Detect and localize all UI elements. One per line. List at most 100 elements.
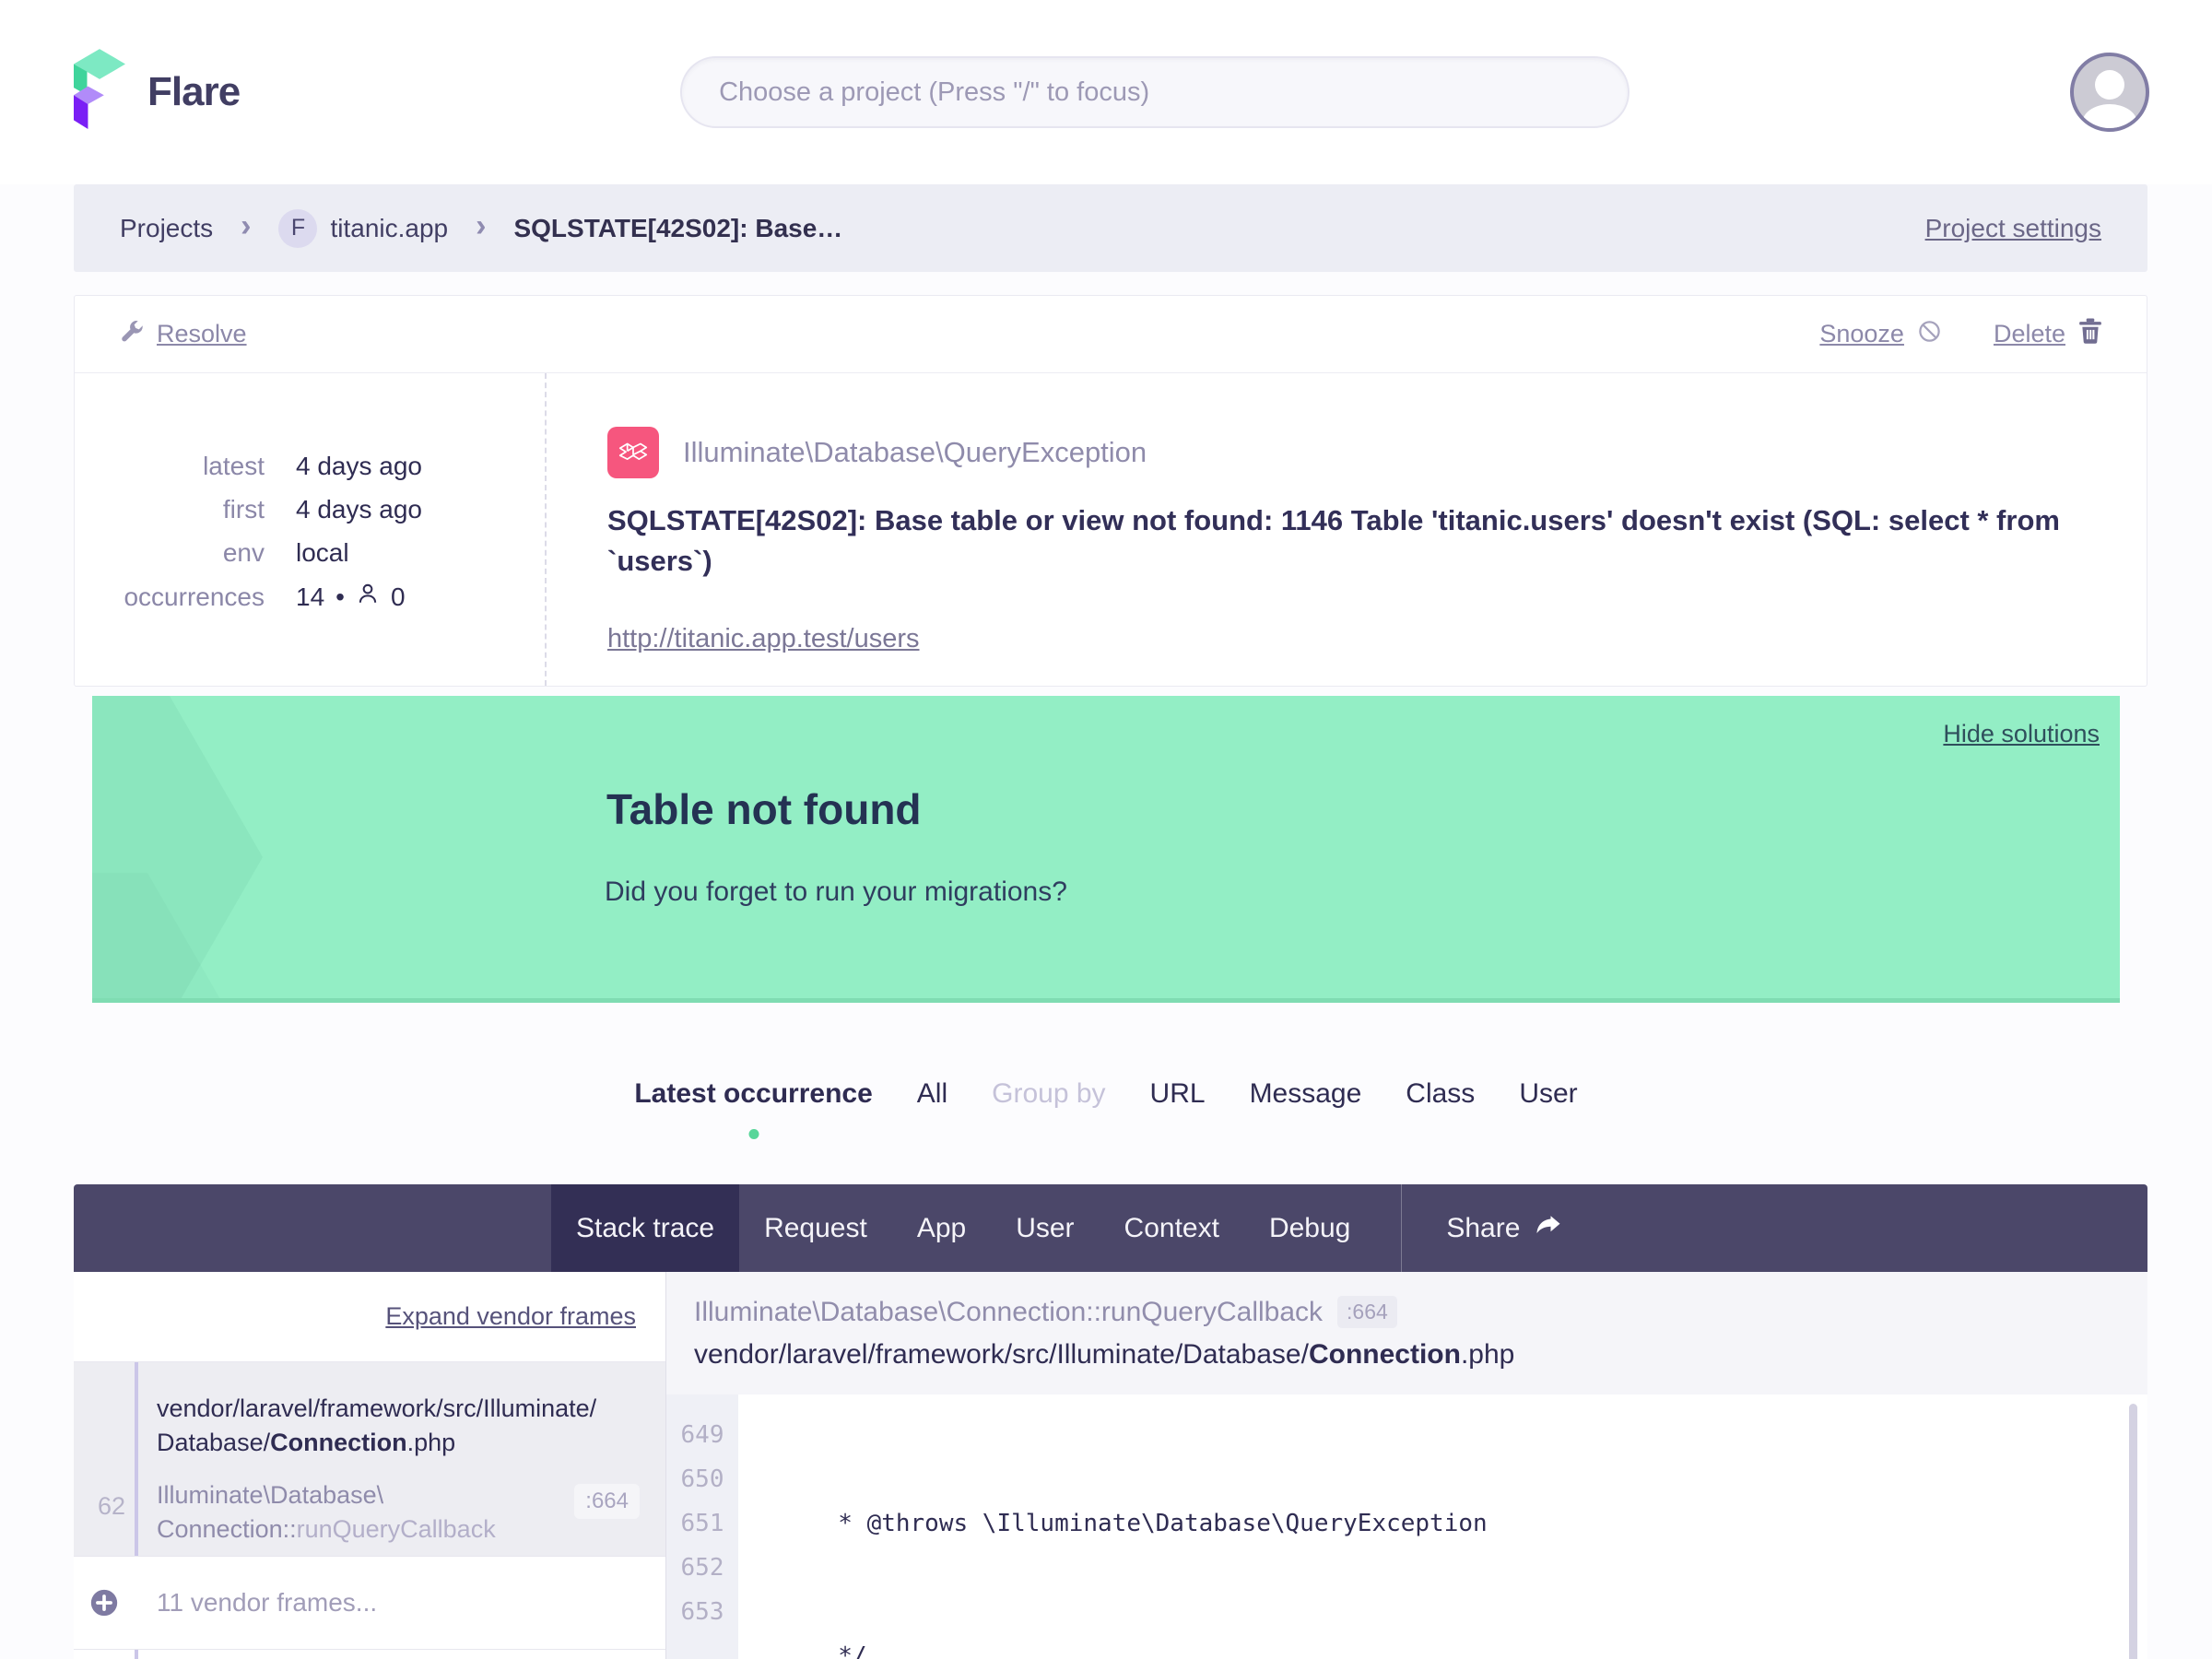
brand-name: Flare [147, 69, 241, 114]
meta-row-env: env local [75, 538, 545, 568]
code-line-badge: :664 [1337, 1296, 1397, 1328]
tab-stack-trace[interactable]: Stack trace [551, 1184, 740, 1272]
frame-accent-line [135, 1362, 138, 1556]
solution-title: Table not found [606, 785, 922, 833]
meta-label: env [222, 538, 265, 567]
error-actions-bar: Resolve Snooze Delete [75, 296, 2147, 373]
tab-url[interactable]: URL [1150, 1078, 1206, 1110]
laravel-icon [607, 427, 659, 478]
exception-message: SQLSTATE[42S02]: Base table or view not … [607, 504, 2060, 578]
line-number: 653 [680, 1598, 724, 1626]
snooze-button[interactable]: Snooze [1819, 318, 1942, 350]
code-header-method: Illuminate\Database\Connection::runQuery… [694, 1296, 1324, 1327]
wrench-icon [119, 319, 144, 350]
tab-message[interactable]: Message [1250, 1078, 1362, 1110]
expand-vendor-frames-link[interactable]: Expand vendor frames [385, 1302, 636, 1331]
delete-button[interactable]: Delete [1994, 318, 2102, 350]
share-button[interactable]: Share [1428, 1184, 1581, 1272]
occurrences-value: 14 • 0 [296, 582, 406, 612]
breadcrumb-error: SQLSTATE[42S02]: Base… [513, 213, 843, 242]
tab-debug[interactable]: Debug [1244, 1184, 1375, 1272]
breadcrumb: Projects › F titanic.app › SQLSTATE[42S0… [74, 184, 2147, 272]
chevron-right-icon: › [241, 207, 252, 243]
line-number: 651 [680, 1510, 724, 1537]
tab-detail-user[interactable]: User [991, 1184, 1099, 1272]
meta-row-occurrences: occurrences 14 • 0 [75, 582, 545, 612]
frame-method: Illuminate\Database\ Connection::runQuer… [157, 1480, 496, 1543]
tab-app[interactable]: App [892, 1184, 991, 1272]
flare-logo-icon [74, 49, 125, 135]
error-card: Resolve Snooze Delete latest 4 days ago [74, 295, 2147, 687]
trash-icon [2078, 318, 2102, 350]
ban-icon [1917, 319, 1942, 350]
code-scrollbar[interactable] [2129, 1404, 2137, 1659]
code-panel: Illuminate\Database\Connection::runQuery… [665, 1272, 2147, 1659]
solution-description: Did you forget to run your migrations? [605, 877, 1067, 907]
solution-banner: Hide solutions Table not found Did you f… [92, 696, 2120, 1003]
tab-user[interactable]: User [1519, 1078, 1577, 1110]
tab-latest-occurrence[interactable]: Latest occurrence [634, 1077, 873, 1139]
plus-circle-icon [88, 1587, 120, 1618]
code-lines: * @throws \Illuminate\Database\QueryExce… [738, 1394, 2147, 1659]
resolve-button[interactable]: Resolve [119, 319, 247, 350]
vendor-frames-toggle[interactable]: 11 vendor frames... [74, 1556, 665, 1650]
chevron-right-icon: › [476, 207, 487, 243]
meta-label: first [222, 495, 265, 524]
active-tab-dot [748, 1128, 759, 1139]
frame-item-next[interactable] [74, 1650, 665, 1659]
top-bar: Flare Choose a project (Press "/" to foc… [0, 0, 2212, 184]
brand[interactable]: Flare [74, 49, 241, 135]
meta-label: latest [203, 452, 265, 480]
breadcrumb-projects[interactable]: Projects [120, 214, 213, 243]
tab-request[interactable]: Request [739, 1184, 892, 1272]
resolve-label: Resolve [157, 320, 247, 347]
person-icon [356, 582, 380, 612]
project-search-input[interactable]: Choose a project (Press "/" to focus) [680, 56, 1630, 128]
breadcrumb-project-label: titanic.app [330, 213, 449, 242]
code-viewer: 649 650 651 652 653 * @throws \Illuminat… [666, 1394, 2147, 1659]
share-label: Share [1446, 1212, 1521, 1243]
line-number: 652 [680, 1554, 724, 1582]
hide-solutions-link[interactable]: Hide solutions [1943, 720, 2100, 748]
meta-row-latest: latest 4 days ago [75, 452, 545, 481]
affected-users-count: 0 [390, 582, 406, 611]
project-settings-link[interactable]: Project settings [1925, 214, 2101, 243]
project-badge: F [278, 208, 318, 248]
avatar-head-shape [2094, 70, 2124, 100]
frames-sidebar: Expand vendor frames 62 vendor/laravel/f… [74, 1272, 665, 1659]
frame-index: 62 [97, 1492, 125, 1520]
tab-class[interactable]: Class [1406, 1078, 1475, 1110]
snooze-label: Snooze [1819, 320, 1904, 347]
code-line: * @throws \Illuminate\Database\QueryExce… [766, 1510, 1488, 1537]
user-avatar[interactable] [2069, 53, 2149, 132]
error-card-body: latest 4 days ago first 4 days ago env l… [75, 373, 2147, 686]
tab-context[interactable]: Context [1100, 1184, 1244, 1272]
line-number-gutter: 649 650 651 652 653 [666, 1394, 738, 1659]
tab-group-by[interactable]: Group by [992, 1078, 1105, 1110]
meta-label: occurrences [124, 582, 265, 611]
detail-tabs: Stack trace Request App User Context Deb… [74, 1184, 2147, 1272]
tab-divider [1401, 1184, 1403, 1272]
breadcrumb-project[interactable]: F titanic.app [278, 208, 449, 248]
avatar-torso-shape [2081, 104, 2137, 128]
occurrence-tabs: Latest occurrence All Group by URL Messa… [0, 1003, 2212, 1184]
meta-value: 4 days ago [296, 495, 422, 524]
delete-label: Delete [1993, 320, 2065, 347]
line-number: 650 [680, 1465, 724, 1493]
error-url-link[interactable]: http://titanic.app.test/users [607, 624, 920, 654]
meta-value: local [296, 538, 349, 567]
code-header: Illuminate\Database\Connection::runQuery… [666, 1272, 2147, 1394]
code-line: */ [766, 1642, 867, 1659]
error-meta: latest 4 days ago first 4 days ago env l… [75, 373, 547, 686]
share-arrow-icon [1535, 1211, 1562, 1246]
search-placeholder: Choose a project (Press "/" to focus) [719, 76, 1150, 107]
code-header-path: vendor/laravel/framework/src/Illuminate/… [694, 1339, 1515, 1370]
frame-item-selected[interactable]: 62 vendor/laravel/framework/src/Illumina… [74, 1362, 665, 1556]
exception-class: Illuminate\Database\QueryException [683, 436, 1147, 468]
meta-row-first: first 4 days ago [75, 495, 545, 524]
frame-accent-line [135, 1650, 138, 1659]
vendor-frames-label: 11 vendor frames... [157, 1588, 378, 1617]
tab-label: Latest occurrence [634, 1077, 873, 1109]
tab-all[interactable]: All [917, 1078, 947, 1110]
stack-trace-panel: Expand vendor frames 62 vendor/laravel/f… [74, 1272, 2147, 1659]
